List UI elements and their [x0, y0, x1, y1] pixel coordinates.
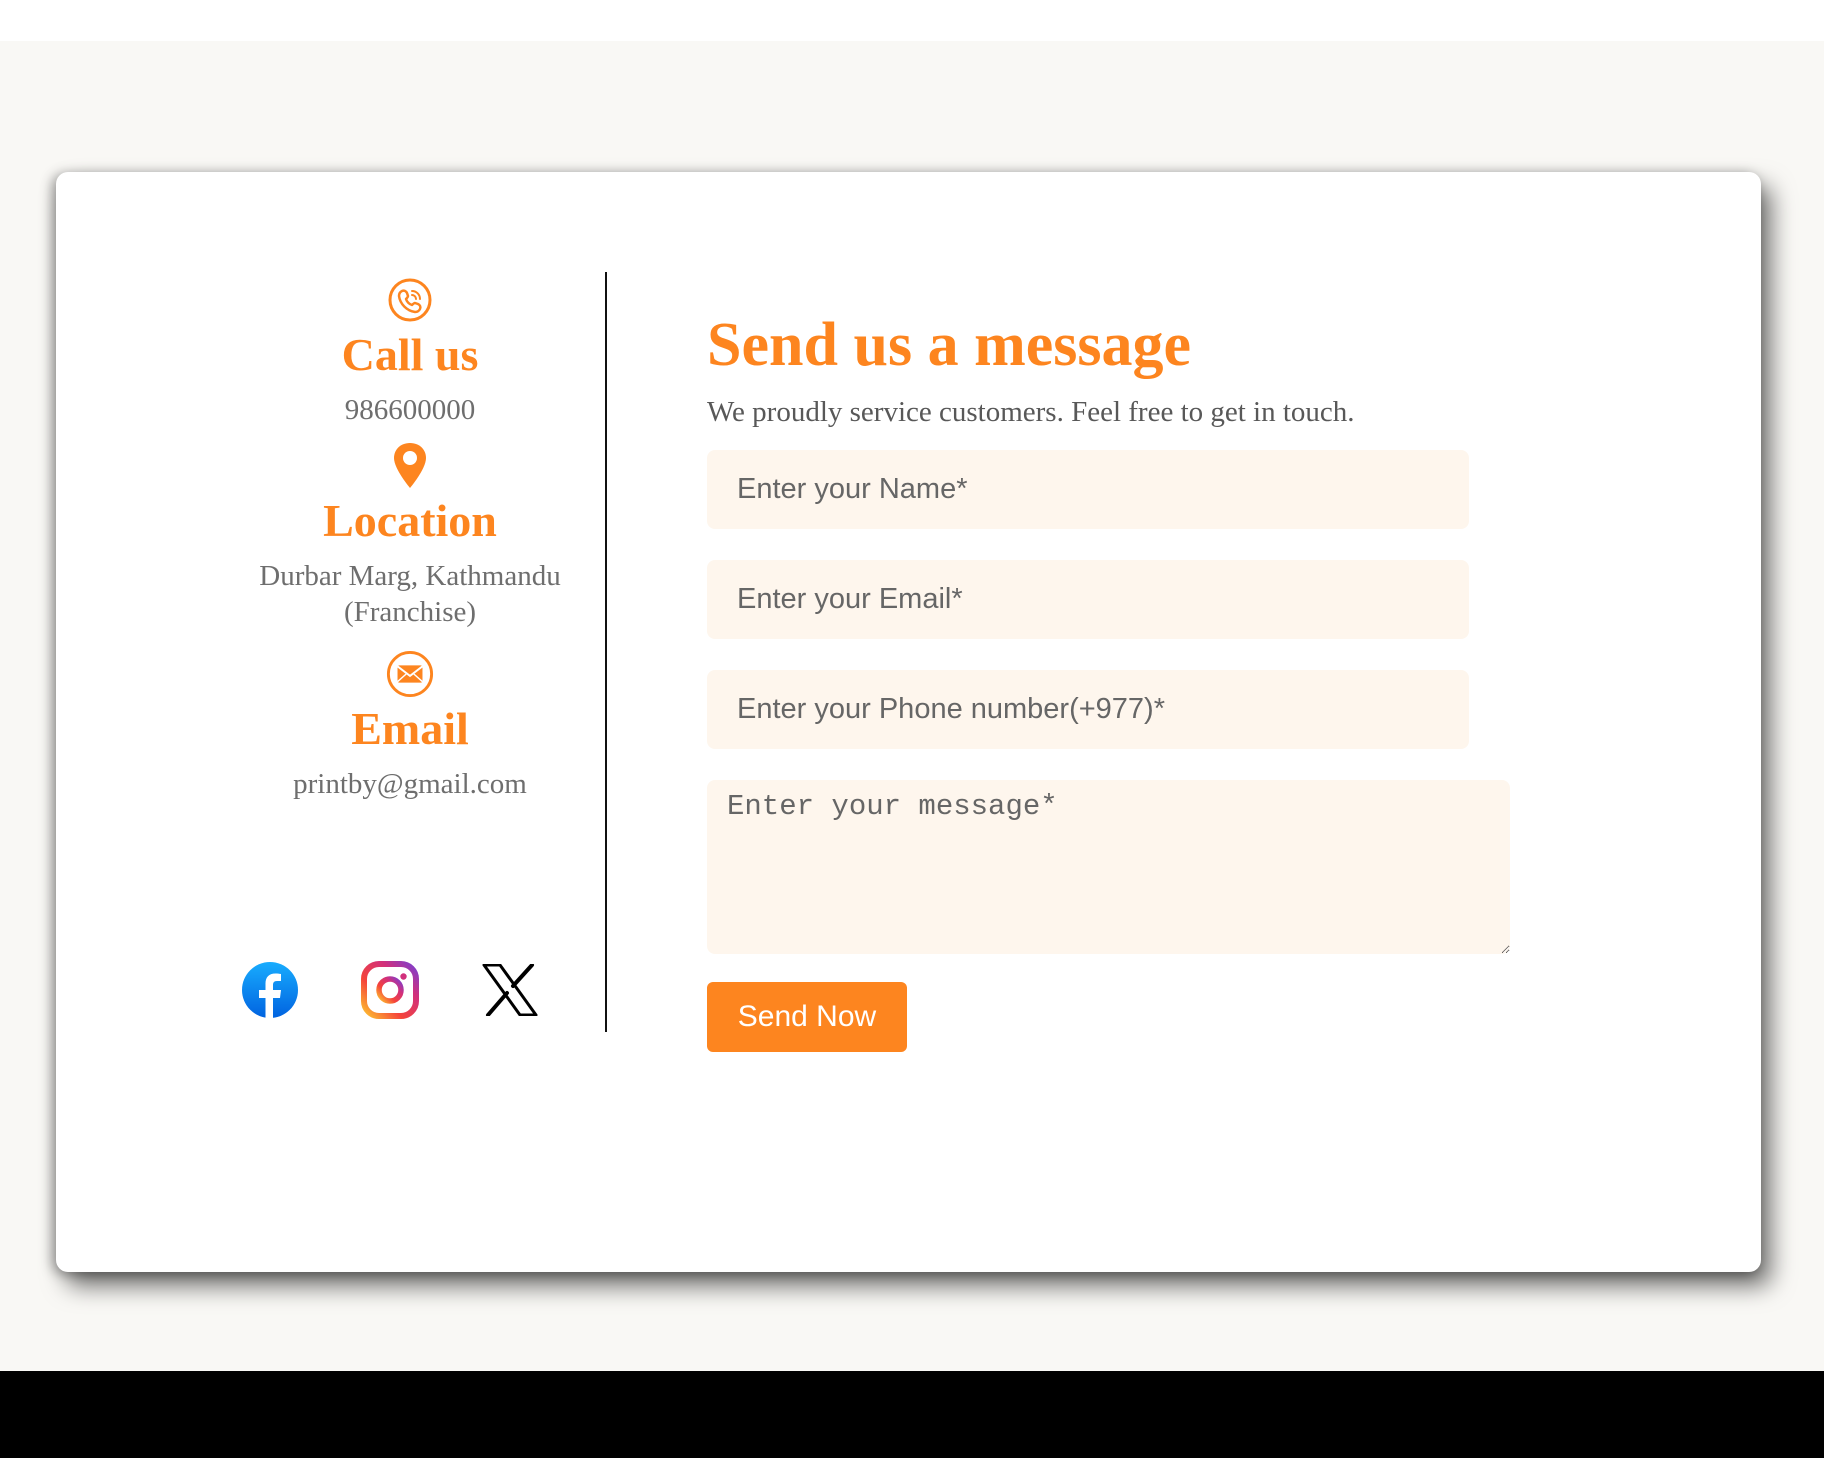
call-title: Call us	[341, 329, 479, 380]
top-strip	[0, 0, 1824, 41]
email-info: Email printby@gmail.com	[210, 650, 610, 802]
facebook-icon	[242, 962, 298, 1018]
social-links	[240, 960, 540, 1020]
location-info: Location Durbar Marg, Kathmandu (Franchi…	[210, 442, 610, 630]
phone-icon	[386, 276, 434, 324]
location-title: Location	[323, 495, 497, 546]
instagram-icon	[361, 961, 419, 1019]
contact-info-column: Call us 986600000 Location Durbar Marg, …	[210, 276, 610, 802]
instagram-link[interactable]	[360, 960, 420, 1020]
footer-bar	[0, 1371, 1824, 1458]
email-title: Email	[351, 703, 469, 754]
name-input[interactable]	[707, 450, 1469, 529]
location-pin-icon	[386, 442, 434, 490]
column-divider	[605, 272, 607, 1032]
message-input[interactable]	[707, 780, 1510, 954]
email-input[interactable]	[707, 560, 1469, 639]
phone-number: 986600000	[344, 394, 476, 426]
send-now-button[interactable]: Send Now	[707, 982, 907, 1052]
call-info: Call us 986600000	[210, 276, 610, 428]
form-subtitle: We proudly service customers. Feel free …	[707, 396, 1355, 428]
form-title: Send us a message	[707, 311, 1192, 379]
location-address: Durbar Marg, Kathmandu (Franchise)	[259, 560, 561, 628]
envelope-icon	[386, 650, 434, 698]
email-address: printby@gmail.com	[293, 768, 527, 800]
x-twitter-icon	[482, 964, 538, 1016]
facebook-link[interactable]	[240, 960, 300, 1020]
phone-input[interactable]	[707, 670, 1469, 749]
contact-form: Send us a message We proudly service cus…	[707, 300, 1517, 1052]
x-link[interactable]	[480, 960, 540, 1020]
